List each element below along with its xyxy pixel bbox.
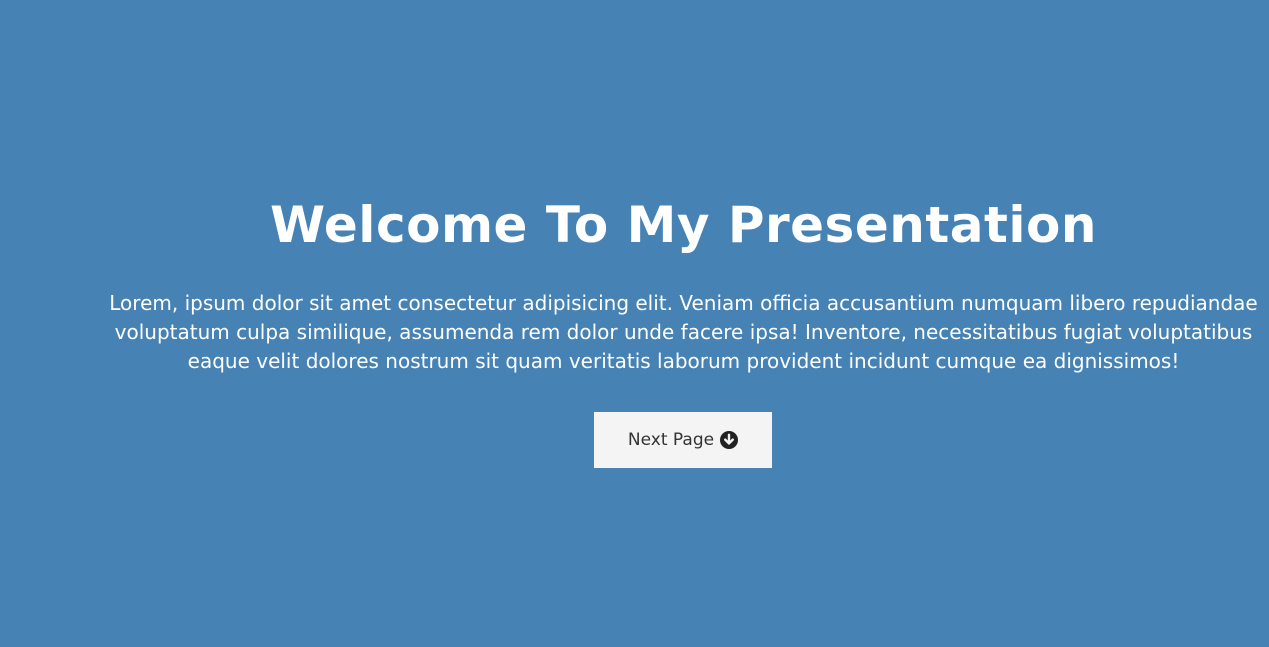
intro-paragraph: Lorem, ipsum dolor sit amet consectetur … [0, 289, 1269, 376]
arrow-circle-down-icon [720, 431, 739, 449]
intro-line: Lorem, ipsum dolor sit amet consectetur … [109, 291, 1258, 315]
next-page-button[interactable]: Next Page [594, 412, 772, 468]
page-title: Welcome To My Presentation [270, 196, 1097, 254]
next-page-button-label: Next Page [627, 430, 715, 450]
hero-section: Welcome To My Presentation Lorem, ipsum … [0, 0, 1269, 647]
intro-line: eaque velit dolores nostrum sit quam ver… [187, 349, 1180, 373]
intro-line: voluptatum culpa similique, assumenda re… [114, 320, 1253, 344]
